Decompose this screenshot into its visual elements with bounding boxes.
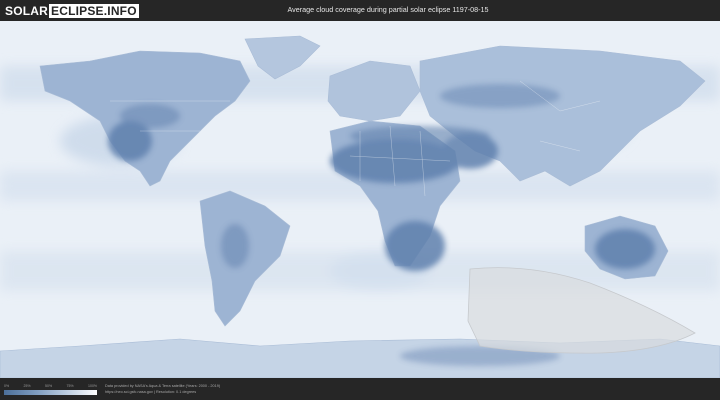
header-bar: SOLAR ECLIPSE.INFO Average cloud coverag… — [0, 0, 720, 21]
logo-text-eclipse-info: ECLIPSE.INFO — [49, 3, 139, 18]
legend-tick: 100% — [88, 384, 97, 388]
site-logo[interactable]: SOLAR ECLIPSE.INFO — [5, 3, 139, 18]
world-map-svg — [0, 21, 720, 379]
legend-tick: 75% — [66, 384, 74, 388]
page-title: Average cloud coverage during partial so… — [287, 5, 489, 14]
legend-tick: 0% — [4, 384, 10, 388]
attribution-line-2: https://neo.sci.gsfc.nasa.gov | Resoluti… — [105, 389, 197, 394]
legend-tick: 25% — [23, 384, 31, 388]
attribution-line-1: Data provided by NASA's Aqua & Terra sat… — [105, 384, 221, 388]
footer-bar: 0% 25% 50% 75% 100% Data provided by NAS… — [0, 378, 720, 400]
legend-tick: 50% — [45, 384, 53, 388]
cloud-coverage-legend — [4, 390, 97, 395]
logo-text-solar: SOLAR — [5, 3, 48, 18]
legend-tick-labels: 0% 25% 50% 75% 100% — [4, 384, 97, 389]
data-attribution: Data provided by NASA's Aqua & Terra sat… — [105, 384, 220, 395]
cloud-coverage-map — [0, 21, 720, 379]
